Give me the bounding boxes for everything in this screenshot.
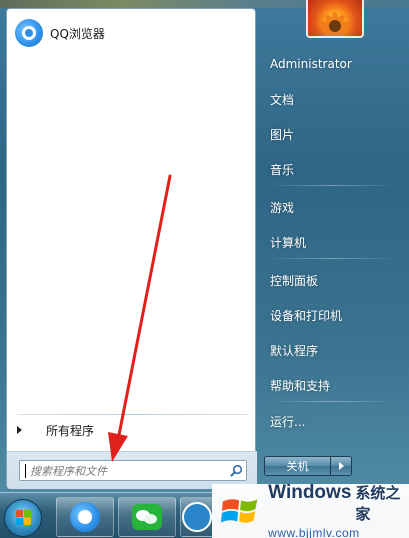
search-input[interactable]: 搜索程序和文件 (19, 460, 247, 481)
divider (266, 258, 398, 259)
user-name-link[interactable]: Administrator (262, 50, 402, 78)
search-placeholder: 搜索程序和文件 (30, 464, 107, 478)
menu-item-help-support[interactable]: 帮助和支持 (262, 371, 402, 399)
watermark-brand: Windows (268, 482, 352, 503)
qq-browser-icon (70, 502, 100, 532)
user-avatar[interactable] (306, 0, 364, 38)
taskbar-wechat[interactable] (118, 497, 176, 537)
text-caret (25, 463, 26, 478)
start-button[interactable] (4, 499, 42, 537)
watermark-url: www.bjjmlv.com (268, 526, 360, 538)
qq-browser-icon (15, 19, 43, 47)
all-programs-button[interactable]: 所有程序 (13, 419, 251, 441)
shutdown-button[interactable]: 关机 (265, 457, 331, 475)
windows-flag-icon (16, 510, 32, 526)
menu-item-computer[interactable]: 计算机 (262, 228, 402, 256)
menu-item-run[interactable]: 运行... (262, 407, 402, 435)
windows-logo-icon (220, 499, 258, 523)
start-menu: QQ浏览器 所有程序 搜索程序和文件 Administrator 文档 图片 音… (0, 0, 409, 492)
all-programs-label: 所有程序 (46, 423, 95, 438)
menu-item-documents[interactable]: 文档 (262, 85, 402, 113)
menu-item-devices-printers[interactable]: 设备和打印机 (262, 301, 402, 329)
programs-panel: QQ浏览器 所有程序 搜索程序和文件 (6, 8, 257, 489)
app-icon (182, 502, 212, 532)
menu-item-default-programs[interactable]: 默认程序 (262, 336, 402, 364)
pinned-app-qq-browser[interactable]: QQ浏览器 (11, 15, 251, 51)
watermark: Windows 系统之家 www.bjjmlv.com (212, 482, 409, 538)
search-icon[interactable] (226, 461, 246, 480)
chevron-right-icon (338, 462, 344, 470)
menu-item-games[interactable]: 游戏 (262, 193, 402, 221)
wechat-icon (132, 504, 162, 530)
divider (17, 414, 249, 415)
app-label: QQ浏览器 (50, 26, 105, 41)
chevron-right-icon (17, 426, 22, 434)
shutdown-options-button[interactable] (331, 457, 351, 475)
watermark-brand-cn: 系统之家 (355, 484, 401, 523)
menu-item-control-panel[interactable]: 控制面板 (262, 266, 402, 294)
shutdown-button-group: 关机 (264, 456, 352, 476)
taskbar-qq-browser[interactable] (56, 497, 114, 537)
divider (266, 401, 398, 402)
menu-item-pictures[interactable]: 图片 (262, 120, 402, 148)
taskbar-app[interactable] (180, 497, 214, 537)
divider (266, 185, 398, 186)
menu-item-music[interactable]: 音乐 (262, 155, 402, 183)
